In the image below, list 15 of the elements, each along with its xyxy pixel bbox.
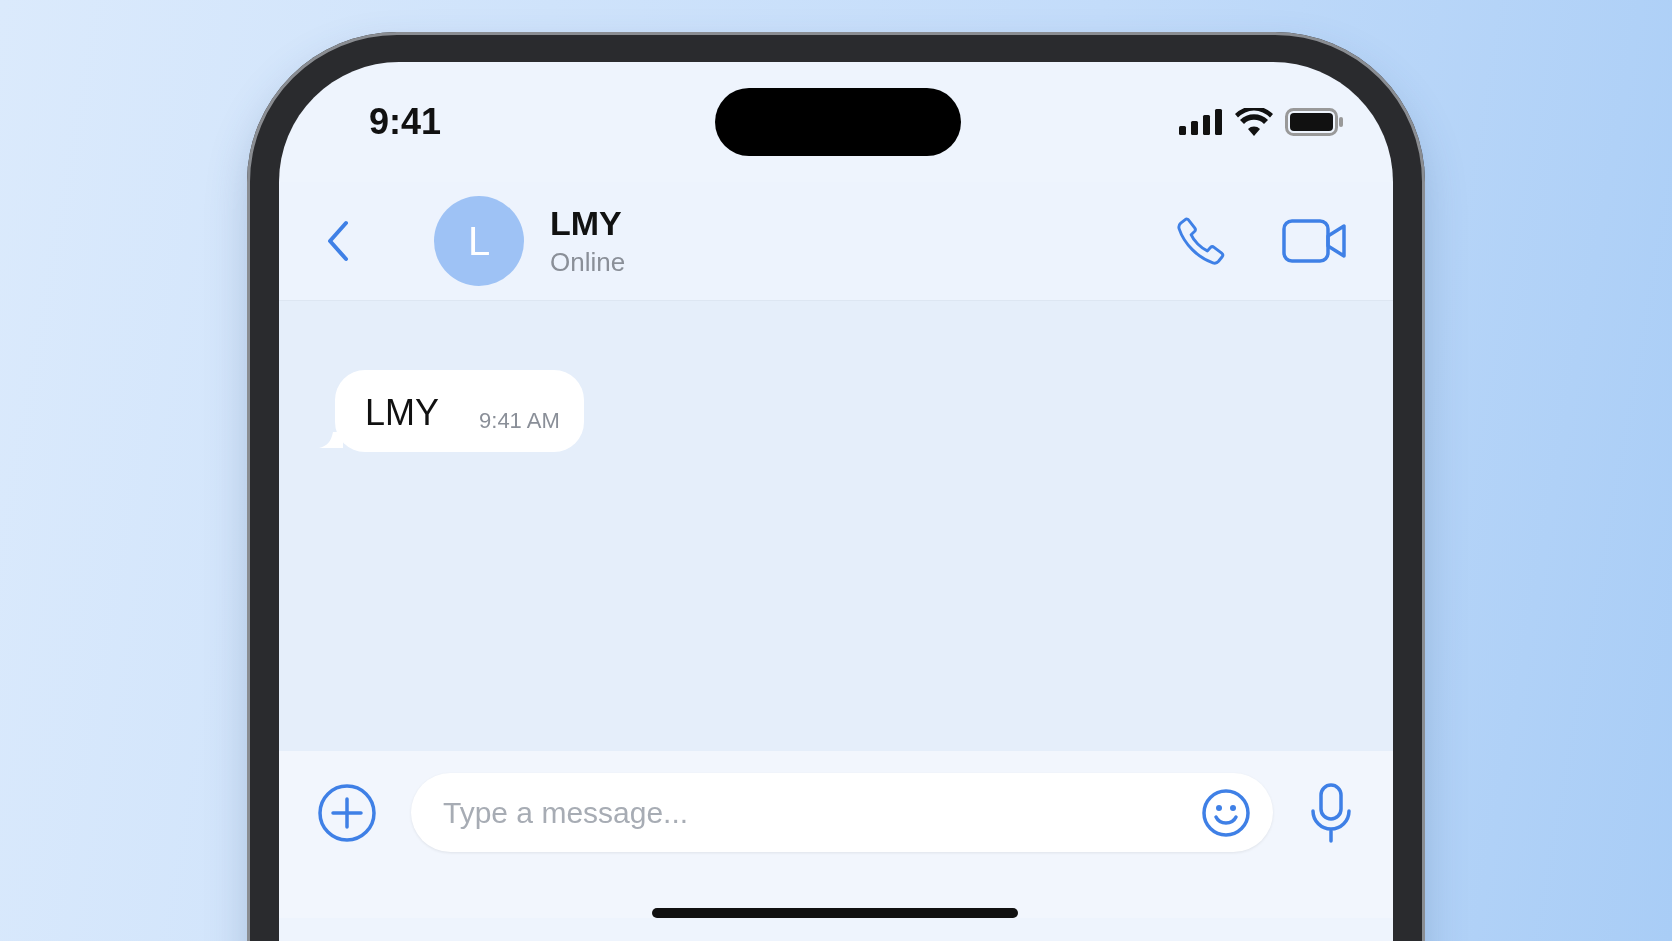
battery-icon	[1285, 108, 1343, 136]
emoji-icon[interactable]	[1201, 787, 1251, 838]
contact-avatar: L	[434, 196, 524, 286]
signal-icon	[1179, 109, 1223, 135]
contact-status: Online	[550, 247, 626, 278]
contact-name: LMY	[550, 204, 623, 243]
wifi-icon	[1235, 108, 1273, 136]
message-time: 9:41 AM	[479, 408, 560, 434]
status-time: 9:41	[369, 101, 442, 143]
add-button[interactable]	[317, 782, 377, 843]
video-call-button[interactable]	[1282, 218, 1348, 264]
message-field[interactable]: Type a message...	[411, 773, 1273, 852]
message-text: LMY	[365, 392, 440, 434]
microphone-button[interactable]	[1309, 782, 1353, 843]
message-input[interactable]: Type a message...	[443, 792, 1201, 833]
